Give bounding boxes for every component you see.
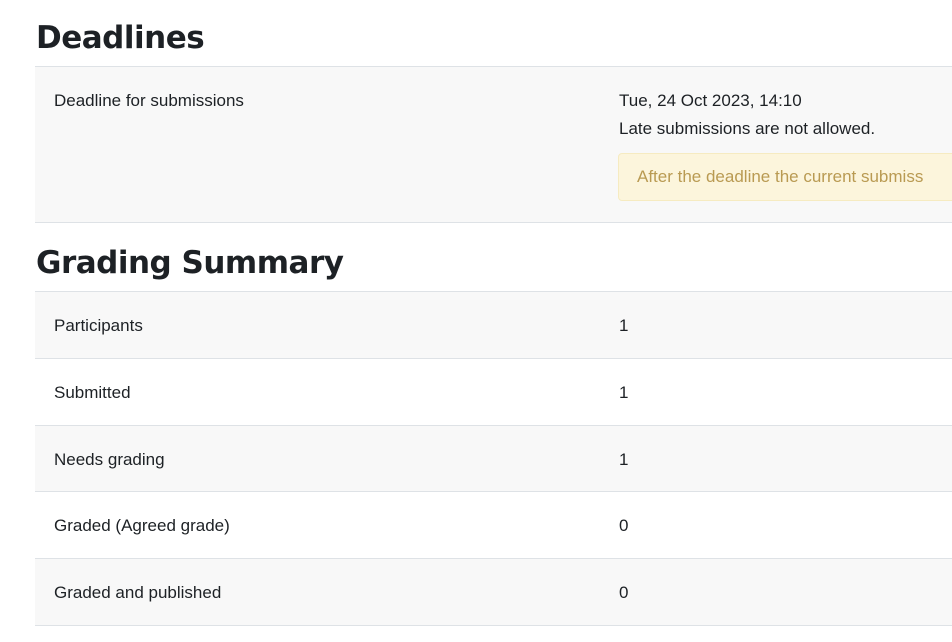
table-row: Graded (Agreed grade) 0 [35, 492, 952, 559]
submitted-value: 1 [619, 383, 629, 402]
grading-summary-heading: Grading Summary [36, 245, 344, 281]
deadlines-heading: Deadlines [36, 20, 205, 56]
table-row: Needs grading 1 [35, 426, 952, 492]
needs-grading-label: Needs grading [54, 450, 165, 469]
needs-grading-value: 1 [619, 450, 629, 469]
deadline-date: Tue, 24 Oct 2023, 14:10 [619, 91, 802, 110]
table-row: Submitted 1 [35, 359, 952, 426]
late-submission-note: Late submissions are not allowed. [619, 119, 876, 138]
deadline-submissions-row: Deadline for submissions Tue, 24 Oct 202… [35, 67, 952, 223]
participants-value: 1 [619, 316, 629, 335]
deadline-label: Deadline for submissions [54, 91, 244, 110]
grading-summary-table: Participants 1 Submitted 1 Needs grading… [35, 291, 952, 626]
graded-agreed-label: Graded (Agreed grade) [54, 516, 230, 535]
table-row: Participants 1 [35, 292, 952, 359]
assignment-overview-page: Deadlines Deadline for submissions Tue, … [0, 0, 952, 642]
graded-published-label: Graded and published [54, 583, 222, 602]
deadlines-table: Deadline for submissions Tue, 24 Oct 202… [35, 66, 952, 223]
graded-published-value: 0 [619, 583, 629, 602]
graded-agreed-value: 0 [619, 516, 629, 535]
deadline-warning-notice: After the deadline the current submiss [618, 153, 952, 201]
participants-label: Participants [54, 316, 143, 335]
table-row: Graded and published 0 [35, 559, 952, 626]
submitted-label: Submitted [54, 383, 131, 402]
